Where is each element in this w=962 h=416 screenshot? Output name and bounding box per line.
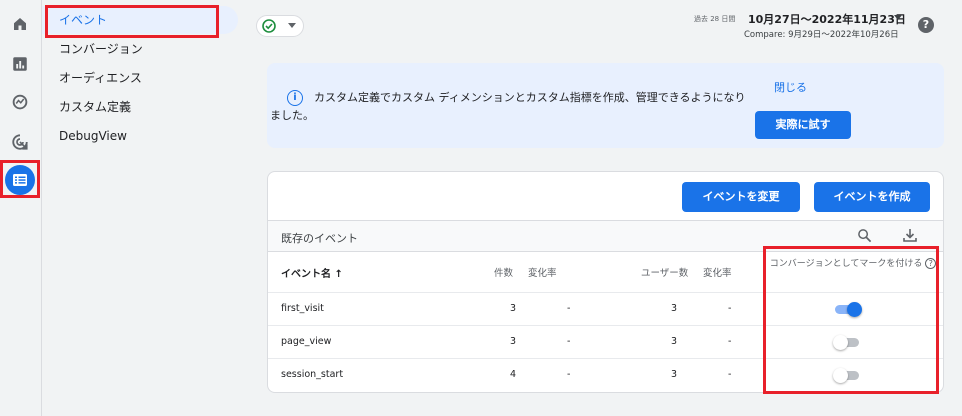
event-name: session_start (281, 369, 344, 380)
nav-item-events[interactable]: イベント (42, 6, 238, 34)
event-users-change: - (728, 303, 732, 314)
col-users[interactable]: ユーザー数 (641, 265, 688, 279)
banner-close-link[interactable]: 閉じる (774, 79, 807, 95)
event-name: page_view (281, 336, 332, 347)
nav-item-conversions[interactable]: コンバージョン (42, 35, 238, 63)
event-users-change: - (728, 369, 732, 380)
help-circle-icon[interactable]: ? (925, 258, 937, 269)
sort-arrow-icon: ↑ (334, 269, 343, 280)
icon-rail (0, 0, 42, 416)
banner-message: カスタム定義でカスタム ディメンションとカスタム指標を作成、管理できるようになり… (270, 91, 746, 122)
event-count: 3 (509, 303, 516, 314)
nav-item-debugview[interactable]: DebugView (42, 122, 238, 150)
event-count: 4 (509, 369, 516, 380)
conversion-toggle[interactable] (833, 302, 862, 317)
event-users: 3 (670, 369, 677, 380)
col-event-name[interactable]: イベント名 ↑ (281, 265, 343, 280)
search-icon[interactable] (857, 228, 872, 243)
explore-icon[interactable] (8, 90, 32, 114)
home-icon[interactable] (8, 12, 32, 36)
col-count-change[interactable]: 変化率 (528, 265, 557, 279)
nav-item-label: オーディエンス (59, 71, 142, 85)
advertising-icon[interactable] (8, 130, 32, 154)
create-event-button[interactable]: イベントを作成 (814, 182, 930, 212)
events-card: イベントを変更 イベントを作成 既存のイベント イベント名 ↑ 件数 変化率 ユ… (267, 171, 944, 393)
conversion-toggle[interactable] (833, 368, 861, 383)
try-it-button[interactable]: 実際に試す (755, 111, 851, 139)
chevron-down-icon (288, 23, 296, 28)
event-count-change: - (567, 303, 571, 314)
event-users: 3 (670, 303, 677, 314)
nav-item-label: DebugView (59, 129, 127, 143)
existing-events-header: 既存のイベント (268, 220, 943, 252)
nav-item-label: イベント (59, 13, 108, 27)
col-mark-conversion-label: コンバージョンとしてマークを付ける (769, 259, 923, 269)
data-status-dropdown[interactable] (256, 15, 304, 37)
configure-nav: イベント コンバージョン オーディエンス カスタム定義 DebugView (42, 0, 242, 416)
configure-icon[interactable] (5, 165, 35, 195)
event-users: 3 (670, 336, 677, 347)
date-dropdown-icon[interactable] (894, 15, 902, 21)
compare-range: Compare: 9月29日～2022年10月26日 (744, 30, 899, 40)
nav-item-audiences[interactable]: オーディエンス (42, 64, 238, 92)
col-count[interactable]: 件数 (494, 265, 513, 279)
event-name: first_visit (281, 303, 324, 314)
modify-event-button[interactable]: イベントを変更 (682, 182, 800, 212)
check-circle-icon (262, 19, 276, 33)
table-row: first_visit 3 - 3 - (268, 292, 943, 325)
info-banner: i カスタム定義でカスタム ディメンションとカスタム指標を作成、管理できるように… (267, 63, 944, 148)
col-users-change[interactable]: 変化率 (703, 265, 732, 279)
nav-item-label: カスタム定義 (59, 100, 132, 114)
nav-item-label: コンバージョン (59, 42, 143, 56)
event-users-change: - (728, 336, 732, 347)
col-event-name-label: イベント名 (281, 269, 331, 280)
event-count-change: - (567, 336, 571, 347)
conversion-toggle[interactable] (833, 335, 861, 350)
existing-events-title: 既存のイベント (281, 232, 358, 245)
reports-icon[interactable] (8, 52, 32, 76)
table-row: page_view 3 - 3 - (268, 325, 943, 358)
col-mark-conversion: コンバージョンとしてマークを付ける ? (768, 258, 938, 271)
event-count: 3 (509, 336, 516, 347)
table-row: session_start 4 - 3 - (268, 358, 943, 391)
nav-item-custom-definitions[interactable]: カスタム定義 (42, 93, 238, 121)
help-icon[interactable]: ? (918, 17, 934, 33)
date-range-picker[interactable]: 10月27日～2022年11月23日 (748, 11, 906, 27)
download-icon[interactable] (902, 227, 918, 243)
date-range-prefix: 過去 28 日間 (694, 15, 736, 23)
event-count-change: - (567, 369, 571, 380)
